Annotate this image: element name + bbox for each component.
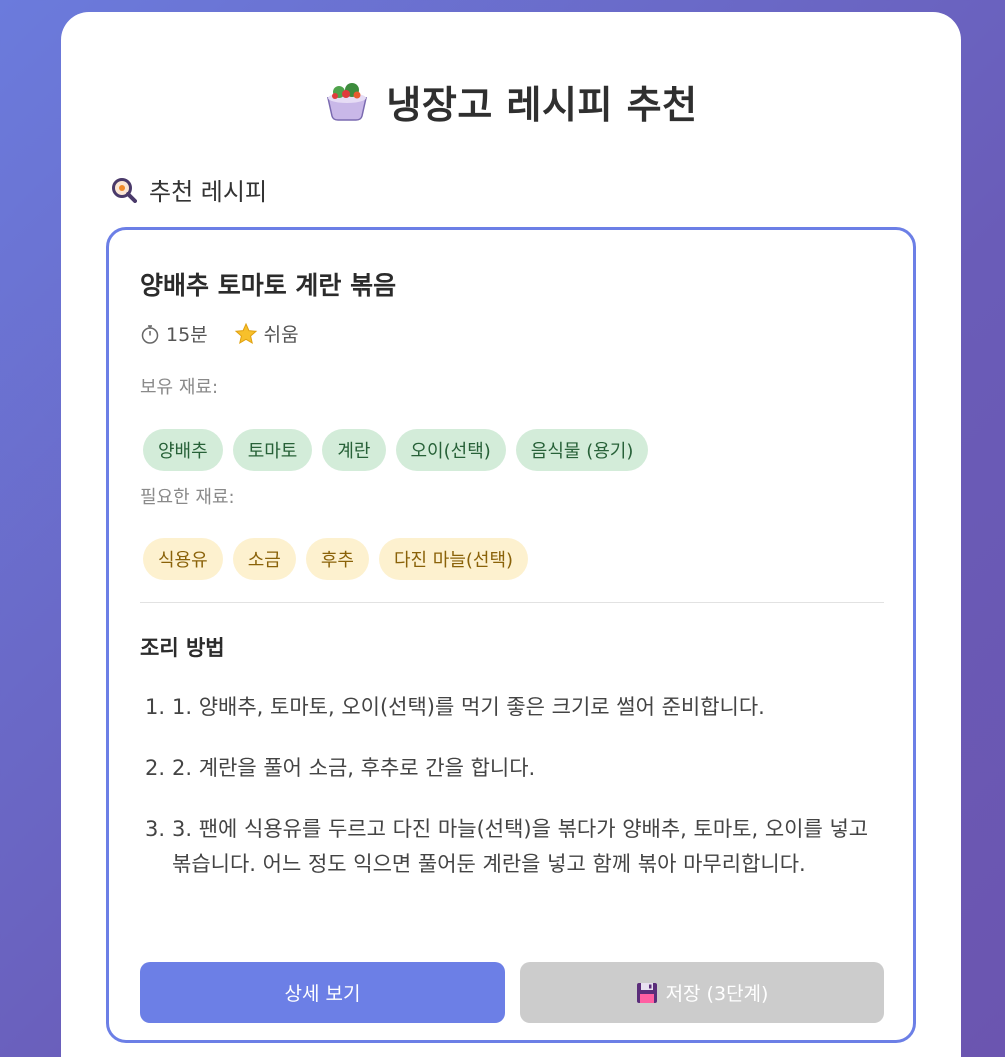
recipe-card: 양배추 토마토 계란 볶음 15분 쉬움 보유 재료: 양배추 토마토 계란 오… <box>106 227 916 1043</box>
step-number: 1. <box>145 695 166 719</box>
steps-title: 조리 방법 <box>140 636 225 660</box>
need-ingredients-label: 필요한 재료: <box>140 487 235 508</box>
step-item: 3. 3. 팬에 식용유를 두르고 다진 마늘(선택)을 볶다가 양배추, 토마… <box>145 812 885 882</box>
step-item: 1. 1. 양배추, 토마토, 오이(선택)를 먹기 좋은 크기로 썰어 준비합… <box>145 690 885 725</box>
have-ingredient-chip: 계란 <box>322 429 386 471</box>
section-title: 추천 레시피 <box>111 172 267 207</box>
cook-time-value: 15분 <box>166 324 208 346</box>
app-title-text: 냉장고 레시피 추천 <box>386 83 698 127</box>
divider <box>140 602 884 603</box>
step-text: 3. 팬에 식용유를 두르고 다진 마늘(선택)을 볶다가 양배추, 토마토, … <box>172 817 869 876</box>
save-button[interactable]: 저장 (3단계) <box>520 962 884 1023</box>
step-number: 2. <box>145 756 166 780</box>
section-title-text: 추천 레시피 <box>149 178 268 206</box>
have-ingredients-label: 보유 재료: <box>140 377 219 398</box>
need-ingredient-chip: 다진 마늘(선택) <box>378 538 529 580</box>
salad-icon <box>324 78 370 124</box>
need-ingredient-chip: 식용유 <box>143 538 223 580</box>
step-item: 2. 2. 계란을 풀어 소금, 후추로 간을 합니다. <box>145 751 885 786</box>
app-title: 냉장고 레시피 추천 <box>61 74 961 129</box>
step-text: 2. 계란을 풀어 소금, 후추로 간을 합니다. <box>172 756 536 780</box>
difficulty-value: 쉬움 <box>263 324 299 346</box>
have-ingredient-chip: 토마토 <box>232 429 313 471</box>
have-ingredient-chip: 음식물 (용기) <box>515 429 649 471</box>
star-icon <box>234 322 258 346</box>
step-text: 1. 양배추, 토마토, 오이(선택)를 먹기 좋은 크기로 썰어 준비합니다. <box>172 695 765 719</box>
save-button-label: 저장 (3단계) <box>665 983 769 1005</box>
have-ingredients-list: 양배추 토마토 계란 오이(선택) 음식물 (용기) <box>143 429 658 471</box>
cook-time: 15분 <box>140 320 208 347</box>
main-panel: 냉장고 레시피 추천 추천 레시피 양배추 토마토 계란 볶음 15분 쉬움 보… <box>61 12 961 1057</box>
need-ingredients-list: 식용유 소금 후추 다진 마늘(선택) <box>143 538 538 580</box>
have-ingredient-chip: 오이(선택) <box>395 429 506 471</box>
need-ingredient-chip: 소금 <box>232 538 296 580</box>
steps-list: 1. 1. 양배추, 토마토, 오이(선택)를 먹기 좋은 크기로 썰어 준비합… <box>145 690 885 908</box>
recipe-meta: 15분 쉬움 <box>140 320 325 347</box>
step-number: 3. <box>145 817 166 841</box>
difficulty: 쉬움 <box>234 320 299 347</box>
stopwatch-icon <box>140 324 160 344</box>
magnifier-icon <box>111 177 137 203</box>
need-ingredient-chip: 후추 <box>305 538 369 580</box>
have-ingredient-chip: 양배추 <box>143 429 223 471</box>
floppy-disk-icon <box>636 982 658 1004</box>
view-details-button[interactable]: 상세 보기 <box>140 962 505 1023</box>
recipe-name: 양배추 토마토 계란 볶음 <box>140 271 397 300</box>
